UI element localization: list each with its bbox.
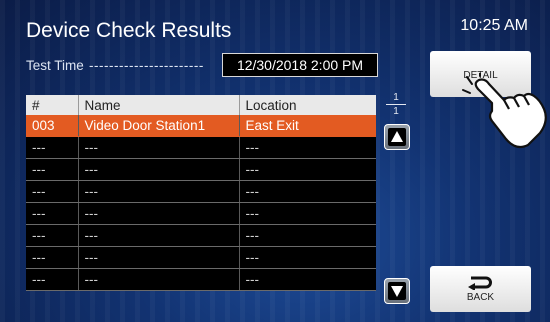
- results-table: # Name Location 003 Video Door Station1 …: [26, 95, 376, 291]
- column-header-name: Name: [78, 95, 240, 115]
- column-header-location: Location: [239, 95, 376, 115]
- cell-number: ---: [26, 224, 79, 247]
- test-time-label: Test Time: [26, 58, 84, 73]
- page-title: Device Check Results: [26, 19, 232, 42]
- cell-name: Video Door Station1: [78, 115, 240, 137]
- cell-number: ---: [26, 158, 79, 181]
- cell-number: ---: [26, 180, 79, 203]
- page-total: 1: [393, 106, 399, 117]
- table-row[interactable]: --- --- ---: [26, 136, 376, 159]
- scroll-up-button[interactable]: [384, 124, 410, 150]
- cell-number: ---: [26, 136, 79, 159]
- cell-name: ---: [78, 268, 240, 291]
- test-time-leader: -----------------------: [89, 58, 204, 73]
- triangle-down-icon: [388, 282, 406, 300]
- test-time-value: 12/30/2018 2:00 PM: [222, 53, 378, 77]
- cell-location: ---: [239, 224, 376, 247]
- cell-name: ---: [78, 224, 240, 247]
- cell-location: ---: [239, 158, 376, 181]
- table-row[interactable]: --- --- ---: [26, 180, 376, 203]
- table-row[interactable]: 003 Video Door Station1 East Exit: [26, 115, 376, 137]
- table-header-row: # Name Location: [26, 95, 376, 115]
- page-indicator: 1 1: [384, 92, 408, 117]
- table-row[interactable]: --- --- ---: [26, 202, 376, 225]
- cell-location: ---: [239, 202, 376, 225]
- triangle-up-icon: [388, 128, 406, 146]
- back-button[interactable]: BACK: [430, 266, 531, 312]
- cell-name: ---: [78, 246, 240, 269]
- column-header-number: #: [26, 95, 79, 115]
- table-row[interactable]: --- --- ---: [26, 246, 376, 269]
- cell-location: ---: [239, 246, 376, 269]
- return-arrow-icon: [467, 276, 492, 290]
- cell-location: East Exit: [239, 115, 376, 137]
- cell-location: ---: [239, 180, 376, 203]
- scroll-down-button[interactable]: [384, 278, 410, 304]
- cell-name: ---: [78, 158, 240, 181]
- pointing-hand-icon: [462, 73, 547, 149]
- cell-location: ---: [239, 268, 376, 291]
- table-row[interactable]: --- --- ---: [26, 158, 376, 181]
- table-row[interactable]: --- --- ---: [26, 268, 376, 291]
- device-check-screen: Device Check Results 10:25 AM Test Time …: [0, 0, 550, 322]
- cell-number: ---: [26, 268, 79, 291]
- cell-name: ---: [78, 180, 240, 203]
- table-row[interactable]: --- --- ---: [26, 224, 376, 247]
- cell-name: ---: [78, 136, 240, 159]
- clock: 10:25 AM: [460, 17, 528, 34]
- cell-name: ---: [78, 202, 240, 225]
- page-fraction-bar: [386, 104, 406, 105]
- cell-number: ---: [26, 202, 79, 225]
- cell-number: ---: [26, 246, 79, 269]
- back-button-label: BACK: [466, 292, 495, 303]
- cell-number: 003: [26, 115, 79, 137]
- page-current: 1: [393, 92, 399, 103]
- cell-location: ---: [239, 136, 376, 159]
